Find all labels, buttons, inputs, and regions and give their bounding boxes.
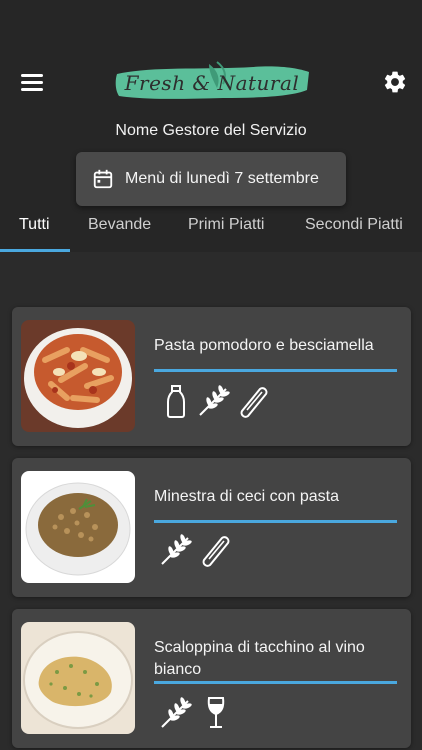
- app-screen: Fresh & Natural Nome Gestore del Servizi…: [0, 0, 422, 750]
- allergen-icons: [158, 532, 358, 570]
- dish-card[interactable]: Minestra di ceci con pasta: [12, 458, 411, 597]
- dish-list[interactable]: Pasta pomodoro e besciamella Minestra di…: [0, 252, 422, 750]
- date-selector-button[interactable]: Menù di lunedì 7 settembre: [76, 152, 346, 206]
- wheat-icon: [161, 534, 192, 565]
- celery-icon: [202, 536, 230, 567]
- celery-icon: [240, 387, 268, 418]
- date-label: Menù di lunedì 7 settembre: [125, 170, 319, 187]
- dish-card[interactable]: Pasta pomodoro e besciamella: [12, 307, 411, 446]
- dish-divider: [154, 369, 397, 372]
- dish-card[interactable]: Scaloppina di tacchino al vino bianco: [12, 609, 411, 748]
- dish-divider: [154, 681, 397, 684]
- allergen-icons: [158, 695, 358, 733]
- service-name: Nome Gestore del Servizio: [115, 122, 307, 139]
- dish-name: Pasta pomodoro e besciamella: [154, 337, 374, 354]
- dish-name: Minestra di ceci con pasta: [154, 488, 339, 505]
- tab-secondi-piatti[interactable]: Secondi Piatti: [305, 216, 403, 234]
- dish-name: Scaloppina di tacchino al vino bianco: [154, 639, 365, 678]
- category-tabs: Tutti Bevande Primi Piatti Secondi Piatt…: [0, 206, 422, 252]
- dish-photo-scaloppina: [21, 622, 135, 734]
- brand-logo: Fresh & Natural: [113, 60, 311, 106]
- tab-bevande[interactable]: Bevande: [88, 216, 151, 234]
- allergen-icons: [158, 383, 358, 421]
- dish-photo-soup: [21, 471, 135, 583]
- header: Fresh & Natural Nome Gestore del Servizi…: [0, 0, 422, 252]
- wheat-icon: [199, 385, 230, 416]
- wheat-icon: [161, 697, 192, 728]
- gear-icon[interactable]: [382, 69, 408, 95]
- dish-divider: [154, 520, 397, 523]
- hamburger-menu-icon[interactable]: [20, 70, 44, 94]
- tab-primi-piatti[interactable]: Primi Piatti: [188, 216, 264, 234]
- dish-photo-pasta: [21, 320, 135, 432]
- tab-tutti[interactable]: Tutti: [19, 216, 50, 234]
- wine-glass-icon: [207, 697, 225, 728]
- milk-icon: [167, 385, 185, 418]
- logo-text: Fresh & Natural: [124, 71, 300, 95]
- calendar-icon: [93, 169, 113, 189]
